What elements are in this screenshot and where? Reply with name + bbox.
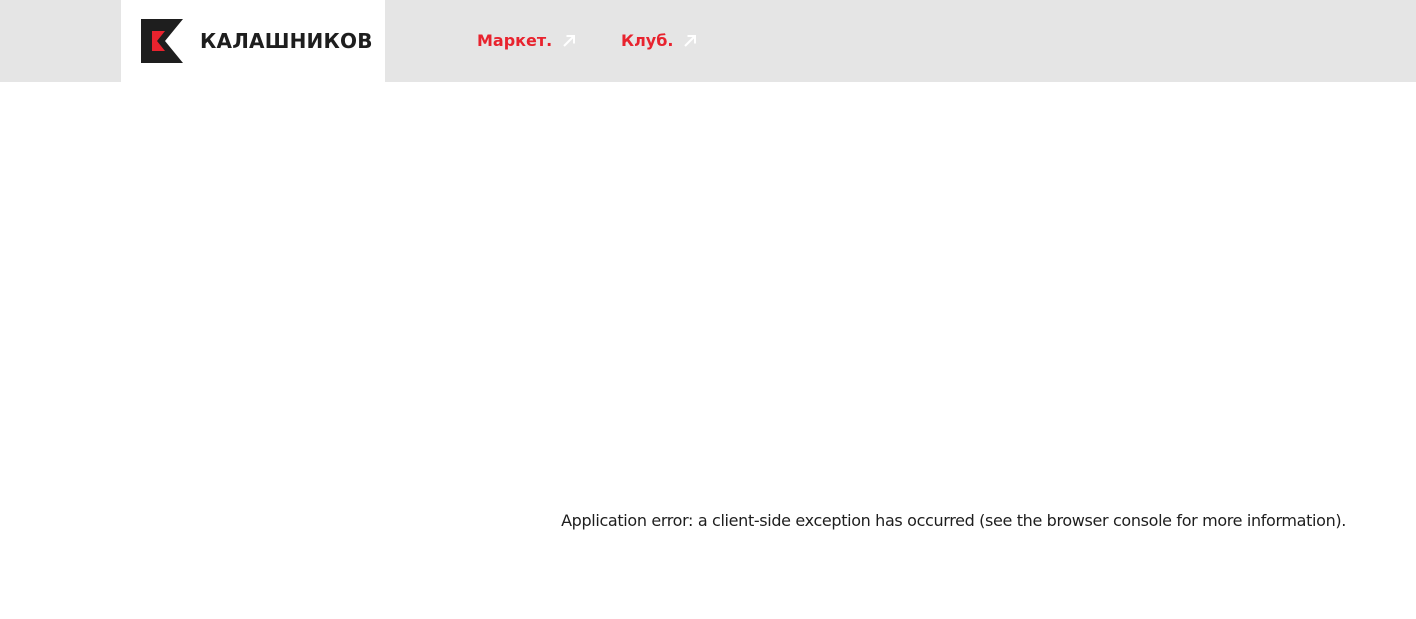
nav-link-market[interactable]: Маркет. (477, 27, 577, 55)
site-header: КАЛАШНИКОВ Маркет. Клуб. (0, 0, 1416, 82)
kalashnikov-k-logo-icon (141, 19, 183, 63)
brand-name: КАЛАШНИКОВ (200, 29, 373, 53)
external-arrow-icon (563, 35, 576, 47)
nav-link-club[interactable]: Клуб. (621, 27, 698, 55)
brand-logo-link[interactable]: КАЛАШНИКОВ (121, 0, 385, 82)
application-error-message: Application error: a client-side excepti… (561, 511, 1346, 530)
nav-link-market-label: Маркет. (477, 31, 553, 50)
nav-link-club-label: Клуб. (621, 31, 674, 50)
external-arrow-icon (684, 35, 697, 47)
